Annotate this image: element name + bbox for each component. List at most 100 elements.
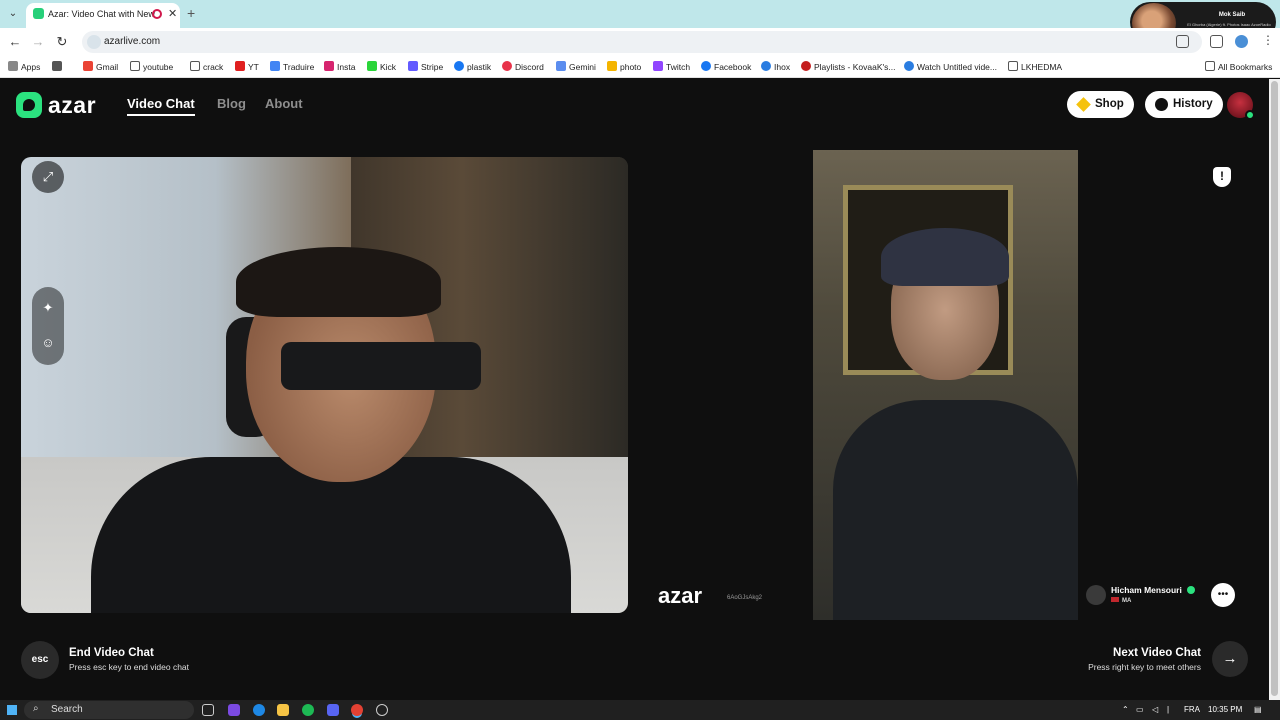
- partner-name: Hicham Mensouri: [1111, 585, 1182, 595]
- report-shield-icon[interactable]: !: [1213, 167, 1231, 187]
- remote-azar-logo: azar: [658, 583, 703, 608]
- language-indicator[interactable]: FRA: [1184, 705, 1200, 714]
- bookmark-item[interactable]: Ihox: [761, 61, 790, 72]
- reload-button[interactable]: ↻: [54, 34, 70, 50]
- bookmark-item[interactable]: YT: [235, 61, 259, 72]
- menu-kebab-icon[interactable]: ⋮: [1262, 33, 1274, 47]
- bookmark-item[interactable]: Watch Untitled vide...: [904, 61, 997, 72]
- clock[interactable]: 10:35 PM: [1208, 705, 1242, 714]
- taskbar-search[interactable]: ⌕ Search: [24, 701, 194, 719]
- end-chat-hint: Press esc key to end video chat: [69, 662, 190, 672]
- bookmark-item[interactable]: Discord: [502, 61, 544, 72]
- tray-chevron-icon[interactable]: ⌃: [1122, 705, 1129, 714]
- avatar[interactable]: [1227, 92, 1255, 120]
- windows-start-icon[interactable]: [7, 705, 17, 715]
- discord-icon[interactable]: [327, 704, 339, 716]
- sunglasses: [281, 342, 481, 390]
- media-title: Mok Saib: [1218, 12, 1246, 18]
- history-button[interactable]: History: [1145, 91, 1223, 118]
- bookmark-item[interactable]: Apps: [8, 61, 40, 72]
- browser-toolbar: ← → ↻ azarlive.com ⋮: [0, 28, 1280, 56]
- site-info-icon[interactable]: [87, 35, 101, 49]
- person-hair: [236, 247, 441, 317]
- bookmark-item[interactable]: Twitch: [653, 61, 690, 72]
- bookmark-item[interactable]: Playlists - KovaaK's...: [801, 61, 895, 72]
- search-label: Search: [51, 704, 83, 715]
- windows-taskbar: ⌕ Search ⌃ ▭ ◁ | FRA 10:35 PM ▤: [0, 700, 1280, 720]
- recording-icon: [152, 9, 162, 19]
- bookmark-item[interactable]: Gmail: [83, 61, 118, 72]
- partner-body: [833, 400, 1078, 620]
- face-filter-icon[interactable]: ☺: [32, 327, 64, 359]
- forward-button[interactable]: →: [30, 34, 46, 49]
- gem-icon: [1076, 97, 1091, 112]
- tab-title: Azar: Video Chat with New: [48, 9, 155, 19]
- online-indicator: [1245, 110, 1255, 120]
- media-subtitle: El Ghorba (Algerie) ft. Photos Isaac Azo…: [1187, 22, 1271, 27]
- url-text: azarlive.com: [104, 36, 161, 47]
- session-code: 6AoGJsAkg2: [727, 595, 763, 601]
- bookmark-item[interactable]: Insta: [324, 61, 355, 72]
- chat-bubble-icon[interactable]: •••: [1211, 583, 1235, 607]
- azar-favicon-icon: [33, 8, 44, 19]
- bookmark-item[interactable]: Traduire: [270, 61, 314, 72]
- partner-country: MA: [1111, 597, 1131, 604]
- notifications-icon[interactable]: ▤: [1254, 705, 1262, 714]
- bookmark-item[interactable]: Kick: [367, 61, 396, 72]
- app-icon[interactable]: [376, 704, 388, 716]
- chrome-icon[interactable]: [351, 704, 363, 716]
- volume-icon[interactable]: ◁: [1152, 705, 1158, 714]
- bookmark-item[interactable]: Facebook: [701, 61, 751, 72]
- search-icon: ⌕: [33, 703, 39, 714]
- logo-text: azar: [48, 92, 97, 118]
- new-tab-button[interactable]: +: [187, 5, 195, 21]
- next-chat-hint: Press right key to meet others: [1088, 662, 1201, 672]
- nav-about[interactable]: About: [265, 96, 303, 111]
- bookmark-item[interactable]: photo: [607, 61, 641, 72]
- shop-button[interactable]: Shop: [1067, 91, 1134, 118]
- edge-icon[interactable]: [253, 704, 265, 716]
- bookmark-item[interactable]: youtube: [130, 61, 173, 72]
- address-bar[interactable]: azarlive.com: [82, 31, 1202, 53]
- bookmark-item[interactable]: crack: [190, 61, 223, 72]
- nav-blog[interactable]: Blog: [217, 96, 246, 111]
- partner-avatar: [1086, 585, 1106, 605]
- bookmark-item[interactable]: Gemini: [556, 61, 596, 72]
- partner-info[interactable]: Hicham Mensouri MA: [1086, 583, 1206, 607]
- magic-wand-icon[interactable]: ✦: [32, 292, 64, 324]
- bookmarks-bar: Apps Gmail youtube crack YT Traduire Ins…: [0, 56, 1280, 78]
- end-chat-title: End Video Chat: [69, 647, 154, 659]
- expand-icon[interactable]: ⤢: [32, 161, 64, 193]
- browser-tab[interactable]: Azar: Video Chat with New ✕: [26, 3, 180, 28]
- page-scrollbar[interactable]: [1269, 79, 1280, 700]
- media-control-icon[interactable]: [1210, 35, 1223, 48]
- extensions-icon[interactable]: [1176, 35, 1189, 48]
- bookmark-item[interactable]: LKHEDMA: [1008, 61, 1062, 72]
- back-button[interactable]: ←: [7, 34, 23, 49]
- apps-grid-icon[interactable]: [52, 61, 65, 72]
- spotify-icon[interactable]: [302, 704, 314, 716]
- scrollbar-thumb[interactable]: [1271, 81, 1278, 696]
- profile-icon[interactable]: [1235, 35, 1248, 48]
- close-tab-icon[interactable]: ✕: [168, 3, 177, 25]
- nav-video-chat[interactable]: Video Chat: [127, 96, 195, 116]
- local-video: [21, 157, 628, 613]
- partner-cap: [881, 228, 1009, 286]
- tab-search-dropdown[interactable]: ⌄: [4, 5, 22, 23]
- next-chat-title: Next Video Chat: [1113, 647, 1201, 659]
- remote-video: [813, 150, 1078, 620]
- app-icon[interactable]: [228, 704, 240, 716]
- azar-logo-icon: [16, 92, 42, 118]
- azar-page: azar Video Chat Blog About Shop History …: [0, 79, 1269, 700]
- microphone-icon[interactable]: |: [1167, 705, 1169, 714]
- bookmark-item[interactable]: plastik: [454, 61, 491, 72]
- task-view-icon[interactable]: [202, 704, 214, 716]
- end-chat-key-button[interactable]: esc: [21, 641, 59, 679]
- arrow-right-icon[interactable]: →: [1212, 641, 1248, 677]
- network-icon[interactable]: ▭: [1136, 705, 1144, 714]
- all-bookmarks[interactable]: All Bookmarks: [1205, 61, 1272, 72]
- clock-icon: [1155, 98, 1168, 111]
- file-explorer-icon[interactable]: [277, 704, 289, 716]
- bookmark-item[interactable]: Stripe: [408, 61, 443, 72]
- effects-toolbar: ✦ ☺: [32, 287, 64, 365]
